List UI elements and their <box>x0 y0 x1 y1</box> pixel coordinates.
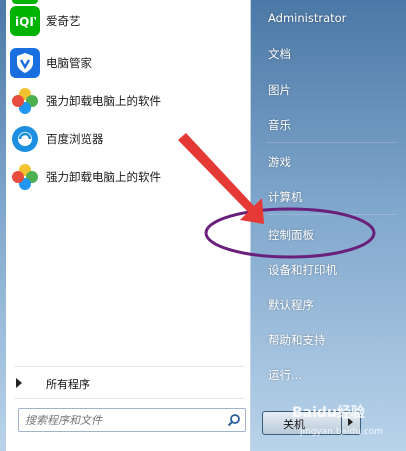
program-label: 强力卸载电脑上的软件 <box>46 94 161 108</box>
menu-item-default-programs[interactable]: 默认程序 <box>268 297 314 313</box>
svg-text:iQIYI: iQIYI <box>15 15 36 29</box>
program-item-iqiyi[interactable]: iQIYI 爱奇艺 <box>6 2 250 40</box>
pinwheel-icon <box>10 86 40 116</box>
menu-item-pictures[interactable]: 图片 <box>268 82 291 98</box>
menu-item-user[interactable]: Administrator <box>268 11 346 25</box>
divider <box>14 366 244 367</box>
start-menu-right-pane: Administrator 文档 图片 音乐 游戏 计算机 控制面板 设备和打印… <box>256 0 406 451</box>
menu-item-games[interactable]: 游戏 <box>268 154 291 170</box>
menu-item-run[interactable]: 运行... <box>268 367 302 383</box>
menu-item-documents[interactable]: 文档 <box>268 46 291 62</box>
pinwheel-icon <box>10 162 40 192</box>
all-programs-label: 所有程序 <box>46 378 90 391</box>
divider <box>14 398 244 399</box>
program-item-baidu-browser[interactable]: 百度浏览器 <box>6 120 250 158</box>
menu-item-devices-printers[interactable]: 设备和打印机 <box>268 262 337 278</box>
menu-item-computer[interactable]: 计算机 <box>268 189 303 205</box>
shield-icon <box>10 48 40 78</box>
menu-item-control-panel[interactable]: 控制面板 <box>268 227 314 243</box>
program-item-uninstaller[interactable]: 强力卸载电脑上的软件 <box>6 82 250 120</box>
browser-icon <box>10 124 40 154</box>
start-menu-left-pane: iQIYI 爱奇艺 电脑管家 强力卸载电脑上的软件 <box>6 0 251 451</box>
program-label: 百度浏览器 <box>46 132 104 146</box>
program-label: 爱奇艺 <box>46 14 81 28</box>
search-input[interactable] <box>23 411 223 429</box>
menu-item-music[interactable]: 音乐 <box>268 117 291 133</box>
search-box[interactable] <box>18 408 246 432</box>
divider <box>266 142 396 143</box>
watermark-url: jingyan.baidu.com <box>300 427 384 437</box>
program-label: 电脑管家 <box>46 56 92 70</box>
arrow-right-icon <box>16 378 22 388</box>
watermark-brand: Baidu经验 <box>292 405 365 421</box>
menu-item-help-support[interactable]: 帮助和支持 <box>268 332 326 348</box>
all-programs-button[interactable]: 所有程序 <box>6 372 250 394</box>
iqiyi-icon: iQIYI <box>10 6 40 36</box>
divider <box>266 214 396 215</box>
program-item-pc-manager[interactable]: 电脑管家 <box>6 44 250 82</box>
start-menu: iQIYI 爱奇艺 电脑管家 强力卸载电脑上的软件 <box>0 0 406 451</box>
program-item-uninstaller[interactable]: 强力卸载电脑上的软件 <box>6 158 250 196</box>
search-icon[interactable] <box>227 412 241 427</box>
program-label: 强力卸载电脑上的软件 <box>46 170 161 184</box>
